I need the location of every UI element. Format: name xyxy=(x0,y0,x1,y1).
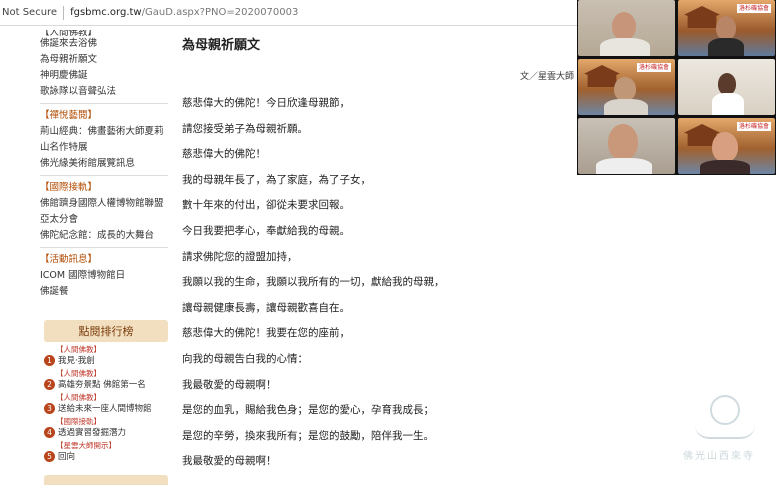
ranking-item[interactable]: 【星雲大師開示】 5 回向 xyxy=(44,441,168,465)
url-host[interactable]: fgsbmc.org.tw xyxy=(70,7,142,18)
ranking-category: 【人間佛教】 xyxy=(56,369,101,378)
url-path[interactable]: /GauD.aspx?PNO=2020070003 xyxy=(142,7,299,18)
rank-badge: 3 xyxy=(44,403,55,414)
rank-badge: 4 xyxy=(44,427,55,438)
sidebar-link[interactable]: ICOM 國際博物館日 xyxy=(40,268,168,284)
rank-badge: 2 xyxy=(44,379,55,390)
article-line: 慈悲偉大的佛陀！ xyxy=(182,148,266,161)
participant-face xyxy=(608,124,638,160)
sidebar-link[interactable]: 佛光緣美術館展覽訊息 xyxy=(40,156,168,172)
sidebar-link[interactable]: 亞太分會 xyxy=(40,212,168,228)
participant-face xyxy=(716,16,736,40)
participant-body xyxy=(700,160,750,174)
video-tile[interactable] xyxy=(578,118,675,174)
video-tile[interactable]: 洛杉磯協會 xyxy=(678,0,775,56)
participant-face xyxy=(718,73,736,95)
sidebar-link[interactable]: 佛誕來去浴佛 xyxy=(40,36,168,52)
participant-face xyxy=(612,12,636,40)
sidebar-section-heading: 【禪悅藝閱】 xyxy=(40,110,98,121)
sidebar-link[interactable]: 佛館躋身國際人權博物館聯盟 xyxy=(40,196,168,212)
rank-badge: 5 xyxy=(44,451,55,462)
ranking-item[interactable]: 【人間佛教】 3 送給未來一座人間博物館 xyxy=(44,393,168,417)
video-tile[interactable]: 洛杉磯協會 xyxy=(678,118,775,174)
sidebar-section-heading: 【活動訊息】 xyxy=(40,254,98,265)
temple-roof xyxy=(684,6,720,28)
video-banner: 洛杉磯協會 xyxy=(636,63,671,72)
sidebar-link[interactable]: 山名作特展 xyxy=(40,140,168,156)
sidebar-link[interactable]: 歌詠隊以音聲弘法 xyxy=(40,84,168,100)
article-line: 我願以我的生命，我願以我所有的一切，獻給我的母親， xyxy=(182,276,445,289)
participant-body xyxy=(712,93,744,115)
ranking-category: 【人間佛教】 xyxy=(56,393,101,402)
article-title: 為母親祈願文 xyxy=(182,38,261,53)
sidebar-link[interactable]: 神明慶佛誕 xyxy=(40,68,168,84)
video-banner: 洛杉磯協會 xyxy=(736,122,771,131)
video-call-panel[interactable]: 洛杉磯協會 洛杉磯協會 洛杉磯協會 xyxy=(577,0,776,175)
participant-body xyxy=(600,38,650,56)
watermark-text: 佛光山西來寺 xyxy=(683,451,755,462)
sidebar-link[interactable]: 為母親祈願文 xyxy=(40,52,168,68)
buddha-halo-icon xyxy=(710,395,740,425)
ranking-list: 【人間佛教】 1 我見‧我創 【人間佛教】 2 高雄夯景點 佛館第一名 【人間佛… xyxy=(44,345,168,465)
article-line: 是您的辛勞，換來我所有；是您的鼓勵，陪伴我一生。 xyxy=(182,429,434,442)
ranking-item[interactable]: 【國際接軌】 4 透過實習發掘潛力 xyxy=(44,417,168,441)
ranking-link[interactable]: 高雄夯景點 佛館第一名 xyxy=(58,379,168,391)
ranking-category: 【星雲大師開示】 xyxy=(56,441,116,450)
sidebar-link[interactable]: 佛陀紀念館：成長的大舞台 xyxy=(40,228,168,244)
article-line: 讓母親健康長壽，讓母親歡喜自在。 xyxy=(182,301,350,314)
rank-badge: 1 xyxy=(44,355,55,366)
article-line: 慈悲偉大的佛陀！今日欣逢母親節， xyxy=(182,97,350,109)
participant-face xyxy=(712,132,738,162)
video-tile[interactable] xyxy=(578,0,675,56)
ranking-item[interactable]: 【人間佛教】 1 我見‧我創 xyxy=(44,345,168,369)
participant-face xyxy=(614,77,636,101)
ranking-category: 【國際接軌】 xyxy=(56,417,101,426)
sidebar-nav: 【人間佛教】 佛誕來去浴佛 為母親祈願文 神明慶佛誕 歌詠隊以音聲弘法 【禪悅藝… xyxy=(40,30,168,300)
sidebar-section-events: 【活動訊息】 ICOM 國際博物館日 佛誕餐 xyxy=(40,247,168,300)
sidebar-link[interactable]: 荊山經典：佛畫藝術大師夏莉 xyxy=(40,124,168,140)
article-line: 我的母親年長了，為了家庭，為了子女， xyxy=(182,173,371,186)
participant-body xyxy=(708,38,744,56)
article-line: 向我的母親告白我的心情： xyxy=(182,352,308,365)
video-tile[interactable]: 洛杉磯協會 xyxy=(578,59,675,115)
sidebar-section-international: 【國際接軌】 佛館躋身國際人權博物館聯盟 亞太分會 佛陀紀念館：成長的大舞台 xyxy=(40,175,168,244)
article-line: 今日我要把孝心，奉獻給我的母親。 xyxy=(182,224,350,237)
video-banner: 洛杉磯協會 xyxy=(736,4,771,13)
article-line: 請求佛陀您的證盟加持， xyxy=(182,250,298,263)
article-line: 我最敬愛的母親啊！ xyxy=(182,378,277,391)
sidebar-section-art: 【禪悅藝閱】 荊山經典：佛畫藝術大師夏莉 山名作特展 佛光緣美術館展覽訊息 xyxy=(40,103,168,172)
lotus-base-icon xyxy=(695,425,755,439)
ranking-link[interactable]: 送給未來一座人間博物館 xyxy=(58,403,168,415)
article-author: 文／星雲大師 xyxy=(520,72,575,82)
ranking-item[interactable]: 【人間佛教】 2 高雄夯景點 佛館第一名 xyxy=(44,369,168,393)
ranking-category: 【人間佛教】 xyxy=(56,345,101,354)
article-line: 我最敬愛的母親啊！ xyxy=(182,455,277,468)
ranking-link[interactable]: 透過實習發掘潛力 xyxy=(58,427,168,439)
temple-watermark: 佛光山西來寺 xyxy=(675,395,770,475)
article-line: 數十年來的付出，卻從未要求回報。 xyxy=(182,199,350,212)
security-indicator[interactable]: Not Secure xyxy=(2,7,57,18)
ranking-link[interactable]: 回向 xyxy=(58,451,168,463)
article-body: 慈悲偉大的佛陀！今日欣逢母親節， 請您接受弟子為母親祈願。 慈悲偉大的佛陀！ 我… xyxy=(182,95,562,479)
article-line: 慈悲偉大的佛陀！我要在您的座前， xyxy=(182,327,350,340)
sidebar-link[interactable]: 佛誕餐 xyxy=(40,284,168,300)
participant-body xyxy=(596,158,652,174)
participant-body xyxy=(604,99,648,115)
article-line: 請您接受弟子為母親祈願。 xyxy=(182,122,308,135)
video-tile[interactable] xyxy=(678,59,775,115)
ranking-footer-bar xyxy=(44,475,168,485)
sidebar-section-heading: 【國際接軌】 xyxy=(40,182,98,193)
ranking-header: 點閱排行榜 xyxy=(44,320,168,342)
ranking-link[interactable]: 我見‧我創 xyxy=(58,355,168,367)
address-separator xyxy=(63,5,65,20)
article-line: 是您的血乳，賜給我色身；是您的愛心，孕育我成長； xyxy=(182,404,434,417)
